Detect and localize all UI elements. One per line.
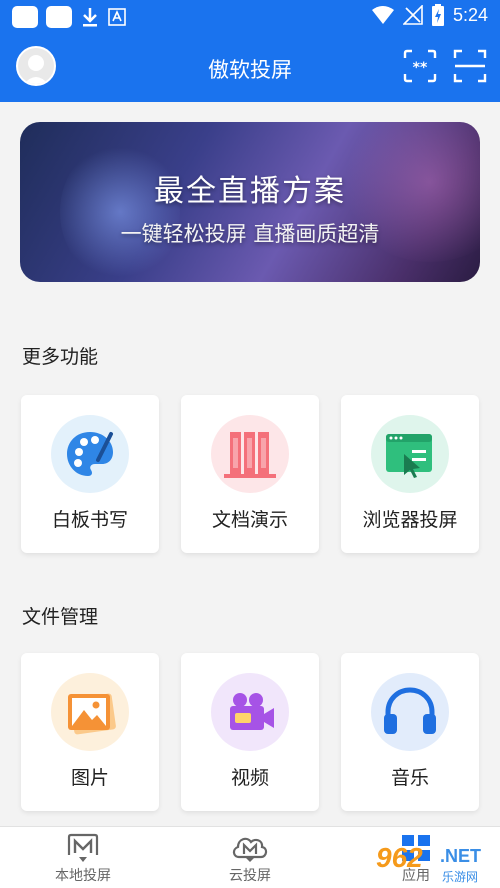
card-label: 图片: [70, 767, 109, 789]
watermark-site-name: 乐游网: [442, 870, 479, 884]
section-title-more-features: 更多功能: [22, 346, 99, 368]
nav-cloud-cast[interactable]: 云投屏: [200, 833, 300, 885]
no-signal-icon: [402, 5, 423, 25]
cast-code-icon: **: [403, 49, 437, 83]
status-bar: 5:24: [0, 0, 500, 34]
browser-icon: [386, 434, 432, 478]
card-label: 浏览器投屏: [362, 509, 458, 531]
clock: 5:24: [452, 4, 488, 25]
banner-title: 最全直播方案: [154, 174, 346, 209]
card-label: 音乐: [390, 767, 429, 789]
pictures-card[interactable]: 图片: [21, 653, 159, 811]
notification-icons: [12, 6, 126, 28]
card-label: 视频: [230, 767, 269, 789]
watermark: 962 .NET 乐游网: [370, 836, 498, 886]
watermark-domain: .NET: [440, 846, 482, 866]
palette-icon: [67, 432, 113, 476]
icon-circle: [211, 415, 289, 493]
browser-cast-card[interactable]: 浏览器投屏: [341, 395, 479, 553]
image-icon: [68, 693, 116, 735]
download-icon: [83, 8, 97, 27]
section-title-file-management: 文件管理: [22, 606, 99, 628]
documents-icon: [224, 432, 276, 478]
local-cast-icon: [67, 833, 99, 862]
translate-icon: [108, 8, 126, 26]
card-label: 白板书写: [51, 509, 128, 531]
cloud-cast-icon: [232, 837, 268, 862]
nav-label: 本地投屏: [55, 868, 111, 884]
app-bar: 傲软投屏 **: [0, 34, 500, 102]
icon-circle: [371, 673, 449, 751]
watermark-brand: 962: [376, 842, 423, 873]
battery-charging-icon: [431, 4, 444, 26]
scan-icon: [453, 49, 487, 83]
notification-app-icon: [12, 6, 38, 28]
icon-circle: [51, 673, 129, 751]
video-camera-icon: [230, 693, 274, 730]
music-card[interactable]: 音乐: [341, 653, 479, 811]
document-demo-card[interactable]: 文档演示: [181, 395, 319, 553]
screen-cast-button[interactable]: **: [402, 48, 438, 84]
scan-button[interactable]: [452, 48, 488, 84]
notification-app-icon: [46, 6, 72, 28]
icon-circle: [51, 415, 129, 493]
headphones-icon: [384, 687, 436, 734]
video-card[interactable]: 视频: [181, 653, 319, 811]
whiteboard-card[interactable]: 白板书写: [21, 395, 159, 553]
promo-banner[interactable]: 最全直播方案 一键轻松投屏 直播画质超清: [20, 122, 480, 282]
wifi-icon: [371, 6, 394, 24]
banner-subtitle: 一键轻松投屏 直播画质超清: [120, 222, 380, 246]
icon-circle: [211, 673, 289, 751]
nav-local-cast[interactable]: 本地投屏: [33, 833, 133, 885]
banner-artwork: [60, 142, 180, 282]
card-label: 文档演示: [211, 509, 288, 531]
nav-label: 云投屏: [229, 868, 271, 884]
icon-circle: [371, 415, 449, 493]
svg-text:**: **: [413, 60, 428, 76]
